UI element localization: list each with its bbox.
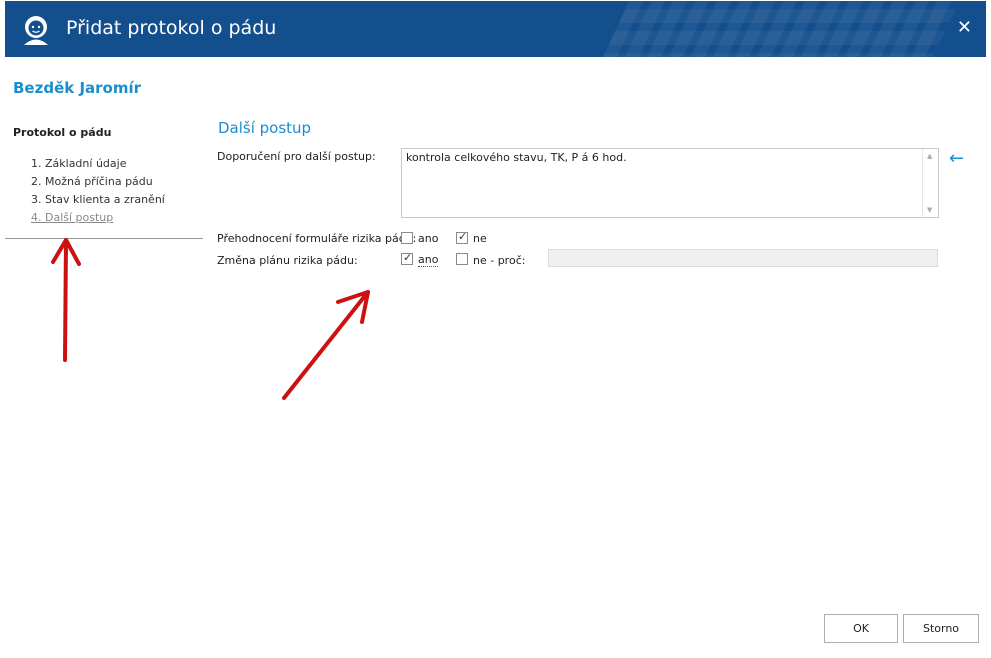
ok-button[interactable]: OK: [824, 614, 898, 643]
cancel-button[interactable]: Storno: [903, 614, 979, 643]
annotation-arrow-right: [282, 290, 370, 400]
annotation-arrow-left: [51, 238, 81, 362]
annotation-arrows: [51, 238, 370, 400]
